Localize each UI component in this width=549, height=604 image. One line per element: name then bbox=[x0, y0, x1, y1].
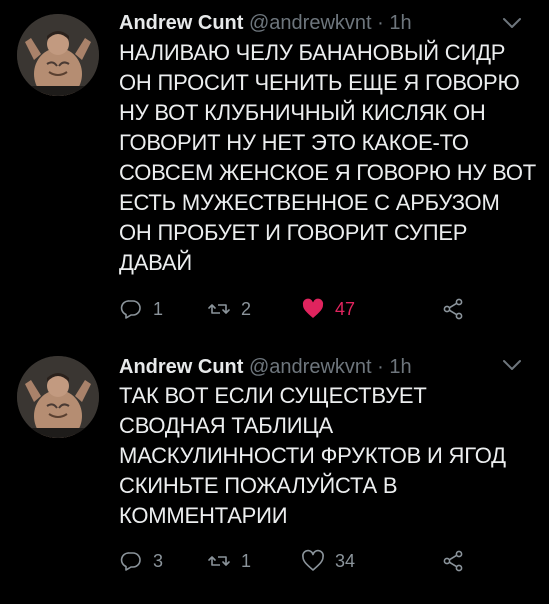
tweet-header: Andrew Cunt @andrewkvnt · 1h bbox=[119, 10, 412, 36]
like-button[interactable]: 47 bbox=[301, 294, 355, 324]
timestamp[interactable]: 1h bbox=[389, 12, 411, 34]
author-name[interactable]: Andrew Cunt bbox=[119, 12, 243, 34]
tweet-actions: 1 2 47 bbox=[119, 294, 529, 324]
retweet-count: 1 bbox=[241, 550, 252, 571]
avatar[interactable] bbox=[17, 14, 99, 96]
tweet-header: Andrew Cunt @andrewkvnt · 1h bbox=[119, 354, 412, 380]
tweet-text-line: СОВСЕМ ЖЕНСКОЕ Я ГОВОРЮ НУ ВОТ bbox=[119, 160, 537, 185]
tweet-text-line: СВОДНАЯ ТАБЛИЦА bbox=[119, 413, 333, 438]
reply-count: 3 bbox=[153, 550, 164, 571]
separator-dot: · bbox=[377, 356, 384, 378]
author-handle[interactable]: @andrewkvnt bbox=[249, 12, 372, 34]
tweet-text-line: КОММЕНТАРИИ bbox=[119, 503, 288, 528]
retweet-count: 2 bbox=[241, 298, 252, 319]
reply-count: 1 bbox=[153, 298, 164, 319]
author-handle[interactable]: @andrewkvnt bbox=[249, 356, 372, 378]
chevron-down-icon[interactable] bbox=[501, 358, 523, 372]
like-count: 34 bbox=[335, 550, 356, 571]
tweet-text-line: ГОВОРИТ НУ НЕТ ЭТО КАКОЕ-ТО bbox=[119, 130, 469, 155]
tweet-text-line: ТАК ВОТ ЕСЛИ СУЩЕСТВУЕТ bbox=[119, 383, 427, 408]
like-button[interactable]: 34 bbox=[301, 546, 355, 576]
tweet-text: НАЛИВАЮ ЧЕЛУ БАНАНОВЫЙ СИДР ОН ПРОСИТ ЧЕ… bbox=[119, 38, 537, 278]
tweet-text-line: МАСКУЛИННОСТИ ФРУКТОВ И ЯГОД bbox=[119, 443, 506, 468]
avatar[interactable] bbox=[17, 356, 99, 438]
tweet-text-line: НУ ВОТ КЛУБНИЧНЫЙ КИСЛЯК ОН bbox=[119, 100, 486, 125]
separator-dot: · bbox=[377, 12, 384, 34]
like-count: 47 bbox=[335, 298, 356, 319]
retweet-button[interactable]: 1 bbox=[207, 546, 251, 576]
tweet-text-line: ЕСТЬ МУЖЕСТВЕННОЕ С АРБУЗОМ bbox=[119, 190, 500, 215]
reply-icon bbox=[120, 300, 141, 319]
chevron-down-icon[interactable] bbox=[501, 16, 523, 30]
timestamp[interactable]: 1h bbox=[389, 356, 411, 378]
reply-button[interactable]: 1 bbox=[119, 294, 163, 324]
retweet-icon bbox=[208, 556, 230, 566]
tweet-text-line: ОН ПРОБУЕТ И ГОВОРИТ СУПЕР bbox=[119, 220, 468, 245]
avatar-photo bbox=[17, 14, 99, 96]
tweet-actions: 3 1 34 bbox=[119, 546, 529, 576]
tweet[interactable]: Andrew Cunt @andrewkvnt · 1h НАЛИВАЮ ЧЕЛ… bbox=[0, 0, 549, 336]
tweet-text-line: ДАВАЙ bbox=[119, 250, 193, 275]
reply-icon bbox=[120, 552, 141, 571]
share-button[interactable] bbox=[441, 294, 465, 324]
retweet-icon bbox=[208, 304, 230, 314]
reply-button[interactable]: 3 bbox=[119, 546, 163, 576]
tweet[interactable]: Andrew Cunt @andrewkvnt · 1h ТАК ВОТ ЕСЛ… bbox=[0, 336, 549, 604]
author-name[interactable]: Andrew Cunt bbox=[119, 356, 243, 378]
tweet-text-line: НАЛИВАЮ ЧЕЛУ БАНАНОВЫЙ СИДР bbox=[119, 40, 506, 65]
share-icon bbox=[443, 298, 463, 320]
share-icon bbox=[443, 550, 463, 572]
tweet-text-line: СКИНЬТЕ ПОЖАЛУЙСТА В bbox=[119, 473, 398, 498]
share-button[interactable] bbox=[441, 546, 465, 576]
tweet-text: ТАК ВОТ ЕСЛИ СУЩЕСТВУЕТ СВОДНАЯ ТАБЛИЦА … bbox=[119, 381, 529, 531]
heart-icon bbox=[302, 549, 324, 571]
avatar-photo bbox=[17, 356, 99, 438]
heart-icon bbox=[302, 298, 324, 318]
retweet-button[interactable]: 2 bbox=[207, 294, 251, 324]
tweet-text-line: ОН ПРОСИТ ЧЕНИТЬ ЕЩЕ Я ГОВОРЮ bbox=[119, 70, 520, 95]
